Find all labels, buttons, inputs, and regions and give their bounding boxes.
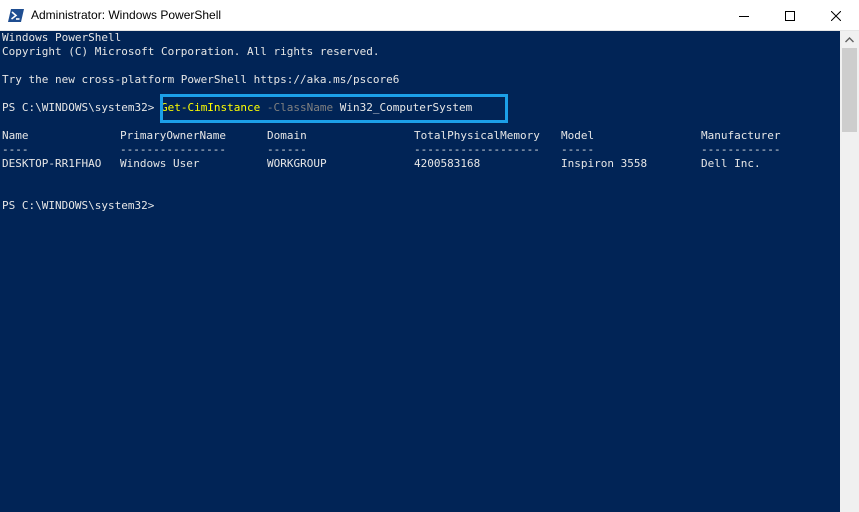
table-header-name: Name	[2, 129, 29, 142]
table-header-primaryownername: PrimaryOwnerName	[120, 129, 226, 142]
maximize-icon	[785, 10, 795, 21]
table-header-model: Model	[561, 129, 595, 142]
table-separator: ----------------	[120, 143, 226, 156]
table-cell-totalphysicalmemory: 4200583168	[414, 157, 481, 170]
table-cell-model: Inspiron 3558	[561, 157, 648, 170]
vertical-scrollbar[interactable]	[840, 31, 859, 512]
table-separator: -------------------	[414, 143, 540, 156]
powershell-window: Administrator: Windows PowerShell Window…	[0, 0, 859, 512]
final-prompt: PS C:\WINDOWS\system32>	[2, 199, 155, 212]
banner-title: Windows PowerShell	[2, 31, 122, 44]
close-button[interactable]	[813, 0, 859, 31]
window-title: Administrator: Windows PowerShell	[31, 8, 222, 22]
table-header-manufacturer: Manufacturer	[701, 129, 781, 142]
arrow-up-icon	[845, 36, 854, 42]
table-separator: -----	[561, 143, 595, 156]
table-cell-name: DESKTOP-RR1FHAO	[2, 157, 102, 170]
table-header-totalphysicalmemory: TotalPhysicalMemory	[414, 129, 540, 142]
banner-copyright: Copyright (C) Microsoft Corporation. All…	[2, 45, 380, 58]
title-bar[interactable]: Administrator: Windows PowerShell	[0, 0, 859, 31]
table-separator: ------------	[701, 143, 781, 156]
powershell-icon	[8, 9, 24, 22]
table-separator: ----	[2, 143, 29, 156]
table-separator: ------	[267, 143, 307, 156]
scroll-thumb[interactable]	[842, 48, 857, 132]
scroll-up-button[interactable]	[840, 31, 859, 48]
table-cell-manufacturer: Dell Inc.	[701, 157, 761, 170]
table-cell-domain: WORKGROUP	[267, 157, 327, 170]
banner-pscore-hint: Try the new cross-platform PowerShell ht…	[2, 73, 400, 86]
table-header-domain: Domain	[267, 129, 307, 142]
command-highlight-box	[160, 94, 508, 123]
minimize-icon	[739, 15, 749, 17]
maximize-button[interactable]	[767, 0, 813, 31]
close-icon	[831, 10, 841, 21]
table-cell-primaryownername: Windows User	[120, 157, 200, 170]
minimize-button[interactable]	[721, 0, 767, 31]
prompt: PS C:\WINDOWS\system32>	[2, 101, 155, 114]
